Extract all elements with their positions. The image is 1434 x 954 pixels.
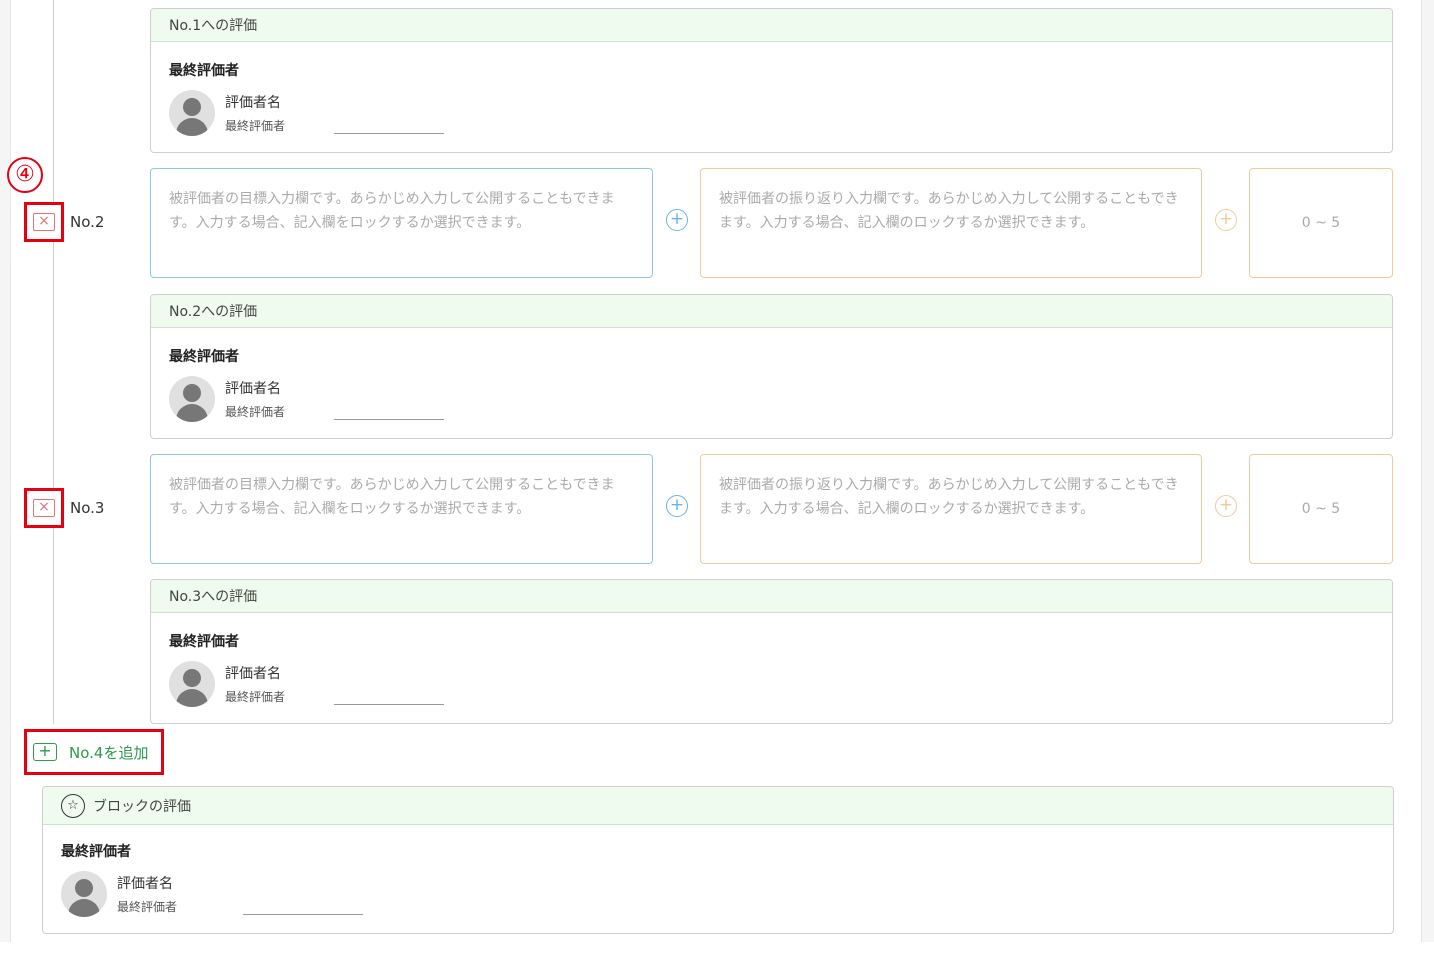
bottom-strip [0, 942, 1434, 954]
evaluator-name: 評価者名 [117, 876, 173, 892]
final-evaluator-label: 最終評価者 [169, 634, 239, 650]
evaluation-card-no2: No.2への評価 最終評価者 評価者名 最終評価者 [150, 294, 1393, 439]
add-goal-plus-icon[interactable]: + [666, 495, 688, 517]
delete-icon: × [33, 213, 55, 231]
row-no3-label: × No.3 [24, 488, 104, 528]
add-goal-plus-icon[interactable]: + [666, 209, 688, 231]
avatar [61, 871, 107, 917]
evaluator-role: 最終評価者 [225, 405, 286, 419]
tree-line [53, 0, 54, 724]
block-evaluation-card: ☆ ブロックの評価 最終評価者 評価者名 最終評価者 [42, 786, 1394, 934]
block-evaluation-header: ☆ ブロックの評価 [43, 787, 1393, 825]
delete-row-no3-button[interactable]: × [24, 488, 64, 528]
avatar [169, 376, 215, 422]
evaluator-name: 評価者名 [225, 666, 281, 682]
final-evaluator-label: 最終評価者 [61, 844, 131, 860]
add-row-button[interactable]: + No.4を追加 [24, 729, 164, 775]
evaluator-role: 最終評価者 [225, 119, 286, 133]
reflection-input-no2[interactable]: 被評価者の振り返り入力欄です。あらかじめ入力して公開することもできます。入力する… [700, 168, 1202, 278]
final-evaluator-label: 最終評価者 [169, 63, 239, 79]
row-number: No.3 [70, 499, 105, 517]
evaluator-name: 評価者名 [225, 381, 281, 397]
evaluation-input-line[interactable] [334, 133, 444, 134]
add-reflection-plus-icon[interactable]: + [1215, 495, 1237, 517]
block-evaluation-title: ブロックの評価 [93, 798, 191, 815]
row-number: No.2 [70, 213, 105, 231]
delete-row-no2-button[interactable]: × [24, 202, 64, 242]
final-evaluator-label: 最終評価者 [169, 349, 239, 365]
annotation-marker-4: ④ [7, 157, 43, 193]
row-no2-label: × No.2 [24, 202, 104, 242]
evaluator-role: 最終評価者 [225, 690, 286, 704]
evaluation-input-line[interactable] [243, 914, 363, 915]
evaluation-card-title: No.2への評価 [151, 295, 1392, 328]
add-reflection-plus-icon[interactable]: + [1215, 209, 1237, 231]
evaluation-card-title: No.3への評価 [151, 580, 1392, 613]
evaluation-card-title: No.1への評価 [151, 9, 1392, 42]
score-input-no2[interactable]: 0 ~ 5 [1249, 168, 1393, 278]
goal-input-no2[interactable]: 被評価者の目標入力欄です。あらかじめ入力して公開することもできます。入力する場合… [150, 168, 653, 278]
reflection-input-no3[interactable]: 被評価者の振り返り入力欄です。あらかじめ入力して公開することもできます。入力する… [700, 454, 1202, 564]
avatar [169, 90, 215, 136]
evaluation-input-line[interactable] [334, 419, 444, 420]
score-input-no3[interactable]: 0 ~ 5 [1249, 454, 1393, 564]
evaluator-name: 評価者名 [225, 95, 281, 111]
evaluation-card-no1: No.1への評価 最終評価者 評価者名 最終評価者 [150, 8, 1393, 153]
evaluation-input-line[interactable] [334, 704, 444, 705]
delete-icon: × [33, 499, 55, 517]
star-badge-icon: ☆ [61, 793, 85, 818]
goal-input-no3[interactable]: 被評価者の目標入力欄です。あらかじめ入力して公開することもできます。入力する場合… [150, 454, 653, 564]
avatar [169, 661, 215, 707]
add-icon: + [33, 743, 57, 761]
evaluation-card-no3: No.3への評価 最終評価者 評価者名 最終評価者 [150, 579, 1393, 724]
evaluator-role: 最終評価者 [117, 900, 178, 914]
add-row-label: No.4を追加 [69, 743, 149, 762]
